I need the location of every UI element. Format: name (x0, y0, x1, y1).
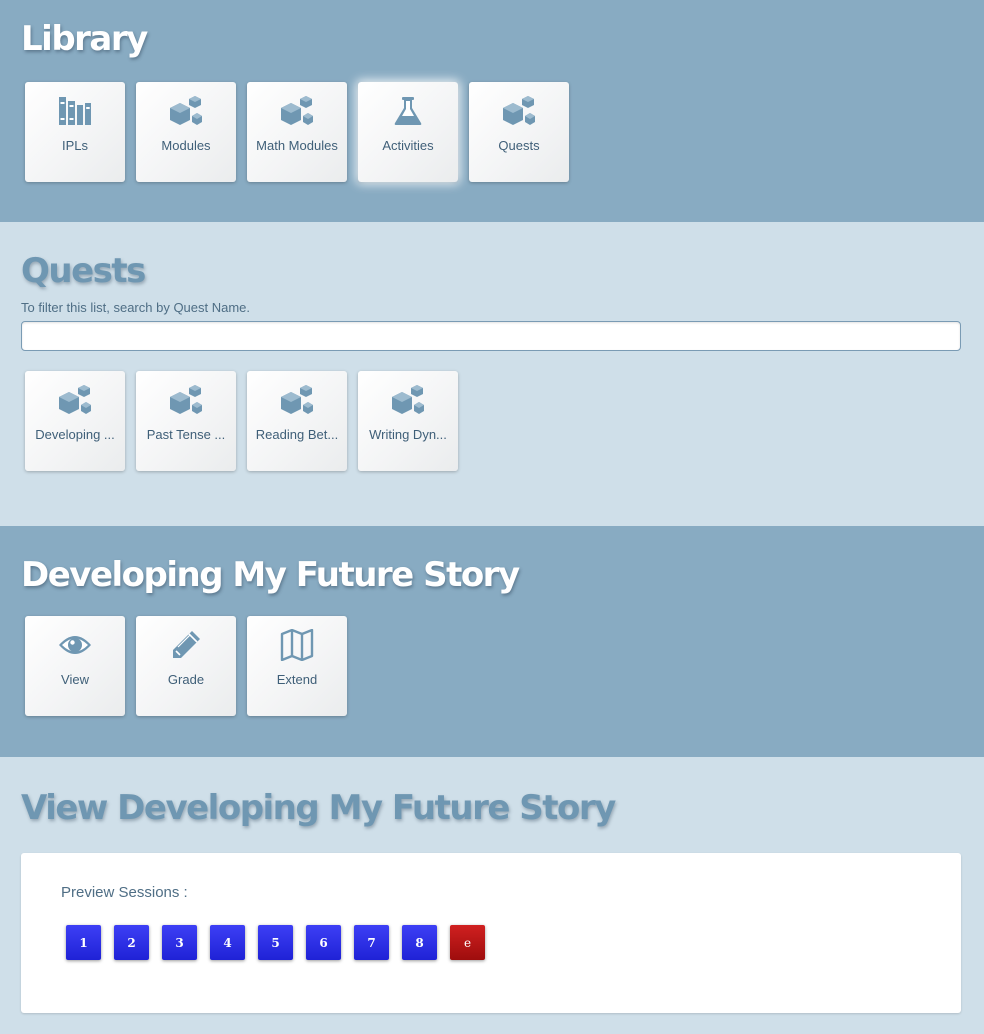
quest-tile-past-tense[interactable]: Past Tense ... (136, 371, 236, 471)
tile-label: View (61, 672, 89, 687)
library-title: Library (21, 19, 148, 59)
cubes-icon (57, 383, 93, 417)
quest-tile-writing[interactable]: Writing Dyn... (358, 371, 458, 471)
library-tiles: IPLs Modules Math Modules Activities Que… (21, 82, 984, 182)
map-icon (279, 628, 315, 662)
quests-title: Quests (21, 251, 146, 291)
pencil-icon (168, 628, 204, 662)
session-button-6[interactable]: 6 (306, 925, 341, 960)
preview-panel: Preview Sessions : 1 2 3 4 5 6 7 8 e (21, 853, 961, 1013)
session-buttons: 1 2 3 4 5 6 7 8 e (61, 925, 961, 960)
view-title: View Developing My Future Story (21, 788, 616, 828)
quest-search-input[interactable] (21, 321, 961, 351)
eye-icon (57, 628, 93, 662)
session-button-1[interactable]: 1 (66, 925, 101, 960)
tile-label: Writing Dyn... (369, 427, 447, 442)
tile-math-modules[interactable]: Math Modules (247, 82, 347, 182)
tile-label: Modules (161, 138, 211, 153)
tile-ipls[interactable]: IPLs (25, 82, 125, 182)
story-title: Developing My Future Story (21, 555, 520, 595)
cubes-icon (279, 94, 315, 128)
quest-tile-reading[interactable]: Reading Bet... (247, 371, 347, 471)
quest-tiles: Developing ... Past Tense ... Reading Be… (21, 371, 984, 471)
filter-label: To filter this list, search by Quest Nam… (21, 300, 251, 315)
tile-modules[interactable]: Modules (136, 82, 236, 182)
tile-label: Grade (167, 672, 205, 687)
cubes-icon (168, 383, 204, 417)
tile-label: IPLs (61, 138, 88, 153)
session-button-5[interactable]: 5 (258, 925, 293, 960)
tile-activities[interactable]: Activities (358, 82, 458, 182)
tile-extend[interactable]: Extend (247, 616, 347, 716)
session-button-8[interactable]: 8 (402, 925, 437, 960)
session-button-2[interactable]: 2 (114, 925, 149, 960)
quests-section: Quests To filter this list, search by Qu… (0, 222, 984, 526)
tile-view[interactable]: View (25, 616, 125, 716)
session-button-3[interactable]: 3 (162, 925, 197, 960)
cubes-icon (501, 94, 537, 128)
cubes-icon (390, 383, 426, 417)
tile-label: Reading Bet... (255, 427, 339, 442)
session-button-e[interactable]: e (450, 925, 485, 960)
library-section: Library IPLs Modules Math Modules Activi… (0, 0, 984, 222)
tile-label: Developing ... (35, 427, 115, 442)
flask-icon (390, 94, 426, 128)
view-section: View Developing My Future Story Preview … (0, 757, 984, 1034)
cubes-icon (168, 94, 204, 128)
books-icon (57, 94, 93, 128)
session-button-7[interactable]: 7 (354, 925, 389, 960)
quest-tile-developing[interactable]: Developing ... (25, 371, 125, 471)
tile-label: Activities (382, 138, 434, 153)
tile-grade[interactable]: Grade (136, 616, 236, 716)
tile-quests[interactable]: Quests (469, 82, 569, 182)
story-tiles: View Grade Extend (21, 616, 984, 716)
tile-label: Math Modules (256, 138, 338, 153)
session-button-4[interactable]: 4 (210, 925, 245, 960)
tile-label: Quests (498, 138, 540, 153)
story-section: Developing My Future Story View Grade Ex… (0, 526, 984, 757)
preview-sessions-label: Preview Sessions : (61, 884, 188, 901)
cubes-icon (279, 383, 315, 417)
tile-label: Past Tense ... (146, 427, 226, 442)
tile-label: Extend (276, 672, 318, 687)
